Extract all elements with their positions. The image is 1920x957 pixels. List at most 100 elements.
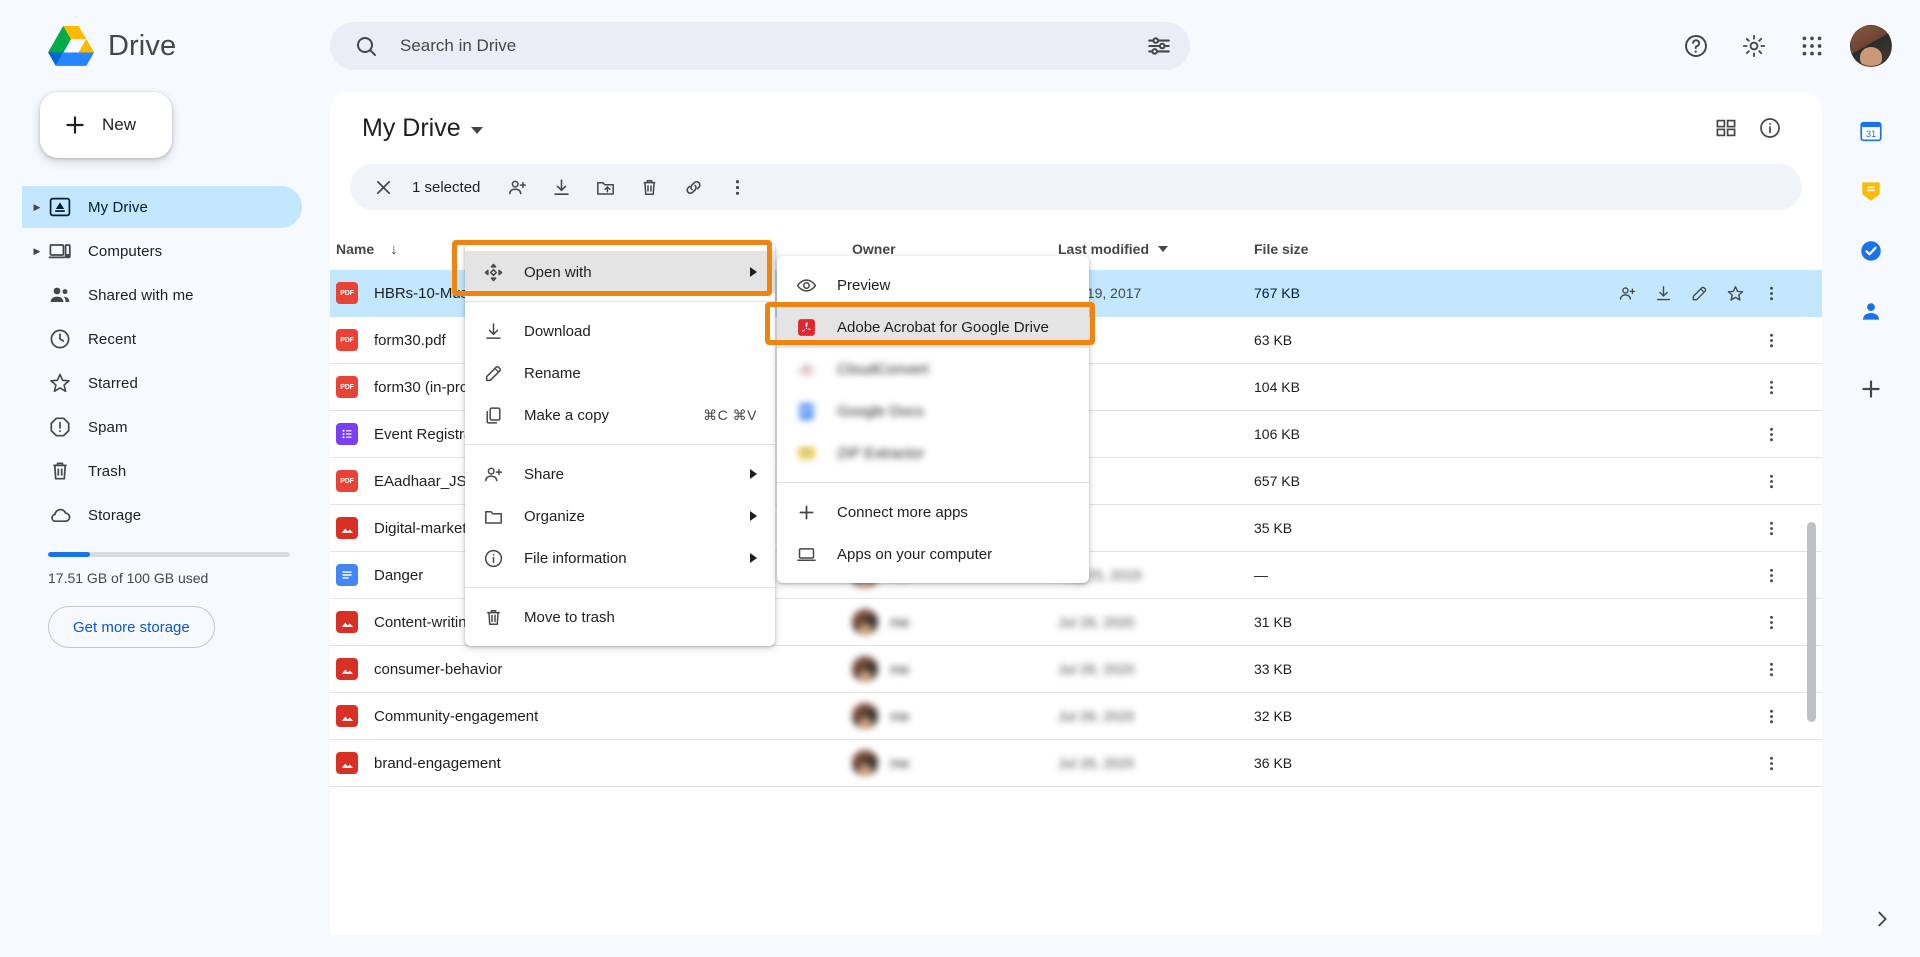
more-vert-icon[interactable] (718, 168, 756, 206)
column-label-owner: Owner (852, 241, 896, 257)
sidebar-item-label: Computers (88, 243, 162, 260)
sidebar-item-recent[interactable]: Recent (22, 318, 302, 360)
file-name-cell[interactable]: brand-engagement (336, 752, 852, 774)
details-info-icon[interactable] (1748, 106, 1792, 150)
submenu-arrow-icon (750, 511, 757, 521)
sidebar-item-starred[interactable]: Starred (22, 362, 302, 404)
table-row[interactable]: brand-engagement me Jul 28, 2020 36 KB (330, 740, 1822, 787)
table-row[interactable]: Community-engagement me Jul 28, 2020 32 … (330, 693, 1822, 740)
more-vert-icon[interactable] (1754, 699, 1788, 733)
avatar[interactable] (1850, 25, 1892, 67)
table-row[interactable]: consumer-behavior me Jul 28, 2020 33 KB (330, 646, 1822, 693)
context-menu-item-open-with[interactable]: Open with (465, 251, 775, 293)
file-name-cell[interactable]: Community-engagement (336, 705, 852, 727)
breadcrumb[interactable]: My Drive (352, 110, 493, 147)
add-ons-plus-icon[interactable] (1850, 368, 1892, 410)
context-menu-item-file-information[interactable]: File information (465, 537, 775, 579)
context-menu-item-move-to-trash[interactable]: Move to trash (465, 596, 775, 638)
column-header-owner[interactable]: Owner (852, 241, 1058, 257)
tune-icon[interactable] (1146, 33, 1172, 59)
sidebar-item-label: My Drive (88, 199, 148, 216)
apps-grid-icon[interactable] (1788, 22, 1836, 70)
sidebar-item-spam[interactable]: Spam (22, 406, 302, 448)
submenu-item-google-docs[interactable]: Google Docs (777, 390, 1089, 432)
storage-bar (48, 552, 290, 557)
column-header-file-size[interactable]: File size (1254, 241, 1426, 257)
submenu-item-zip-extractor[interactable]: ZIP Extractor (777, 432, 1089, 474)
new-button[interactable]: New (40, 92, 172, 158)
move-folder-icon[interactable] (586, 168, 624, 206)
owner-cell: me (852, 750, 1058, 776)
cloudconvert-icon (795, 358, 817, 380)
last-modified-cell: Jul 28, 2020 (1058, 708, 1254, 724)
more-vert-icon[interactable] (1754, 558, 1788, 592)
more-vert-icon[interactable] (1754, 511, 1788, 545)
file-name-cell[interactable]: consumer-behavior (336, 658, 852, 680)
more-vert-icon[interactable] (1754, 323, 1788, 357)
sidebar-item-trash[interactable]: Trash (22, 450, 302, 492)
laptop-icon (795, 543, 817, 565)
sidebar-item-shared-with-me[interactable]: Shared with me (22, 274, 302, 316)
keep-icon[interactable] (1850, 170, 1892, 212)
column-header-last-modified[interactable]: Last modified (1058, 241, 1254, 257)
submenu-item-connect-more-apps[interactable]: Connect more apps (777, 491, 1089, 533)
owner-avatar (852, 656, 878, 682)
sidebar-item-computers[interactable]: ▶ Computers (22, 230, 302, 272)
submenu-item-cloudconvert[interactable]: CloudConvert (777, 348, 1089, 390)
submenu-item-label: Apps on your computer (837, 546, 992, 563)
row-actions (1426, 605, 1788, 639)
search-bar[interactable] (330, 22, 1190, 70)
submenu-item-adobe-acrobat-for-google-drive[interactable]: Adobe Acrobat for Google Drive (777, 306, 1089, 348)
more-vert-icon[interactable] (1754, 370, 1788, 404)
share-person-add-icon[interactable] (1610, 276, 1644, 310)
calendar-icon[interactable]: 31 (1850, 110, 1892, 152)
edit-pencil-icon[interactable] (1682, 276, 1716, 310)
trash-icon[interactable] (630, 168, 668, 206)
contacts-icon[interactable] (1850, 290, 1892, 332)
search-box[interactable] (330, 22, 1190, 70)
trash-icon (483, 607, 504, 628)
top-bar: Drive (0, 0, 1920, 92)
submenu-arrow-icon (750, 267, 757, 277)
tasks-icon[interactable] (1850, 230, 1892, 272)
context-menu-item-make-a-copy[interactable]: Make a copy ⌘C ⌘V (465, 394, 775, 436)
context-menu-item-rename[interactable]: Rename (465, 352, 775, 394)
sidebar-item-label: Storage (88, 507, 141, 524)
more-vert-icon[interactable] (1754, 605, 1788, 639)
close-icon[interactable] (364, 168, 402, 206)
brand[interactable]: Drive (0, 26, 328, 66)
download-icon[interactable] (542, 168, 580, 206)
submenu-item-apps-on-your-computer[interactable]: Apps on your computer (777, 533, 1089, 575)
more-vert-icon[interactable] (1754, 464, 1788, 498)
submenu-item-label: ZIP Extractor (837, 445, 924, 462)
expand-side-panel-icon[interactable] (1866, 903, 1898, 935)
more-vert-icon[interactable] (1754, 276, 1788, 310)
sidebar-item-my-drive[interactable]: ▶ My Drive (22, 186, 302, 228)
vertical-scrollbar[interactable] (1807, 522, 1816, 722)
star-icon[interactable] (1718, 276, 1752, 310)
download-icon[interactable] (1646, 276, 1680, 310)
submenu-item-preview[interactable]: Preview (777, 264, 1089, 306)
get-more-storage-button[interactable]: Get more storage (48, 606, 215, 648)
sidebar-item-storage[interactable]: Storage (22, 494, 302, 536)
context-menu-item-download[interactable]: Download (465, 310, 775, 352)
context-menu-item-label: Download (524, 323, 757, 340)
file-type-icon (336, 705, 358, 727)
owner-avatar (852, 750, 878, 776)
help-icon[interactable] (1672, 22, 1720, 70)
link-icon[interactable] (674, 168, 712, 206)
more-vert-icon[interactable] (1754, 652, 1788, 686)
owner-cell: me (852, 609, 1058, 635)
owner-label: me (890, 755, 909, 771)
context-menu-item-organize[interactable]: Organize (465, 495, 775, 537)
more-vert-icon[interactable] (1754, 417, 1788, 451)
context-menu-item-share[interactable]: Share (465, 453, 775, 495)
chevron-right-icon[interactable]: ▶ (26, 202, 48, 213)
settings-icon[interactable] (1730, 22, 1778, 70)
file-type-icon (336, 564, 358, 586)
more-vert-icon[interactable] (1754, 746, 1788, 780)
share-person-add-icon[interactable] (498, 168, 536, 206)
chevron-right-icon[interactable]: ▶ (26, 246, 48, 257)
search-input[interactable] (400, 36, 1146, 56)
grid-view-icon[interactable] (1704, 106, 1748, 150)
